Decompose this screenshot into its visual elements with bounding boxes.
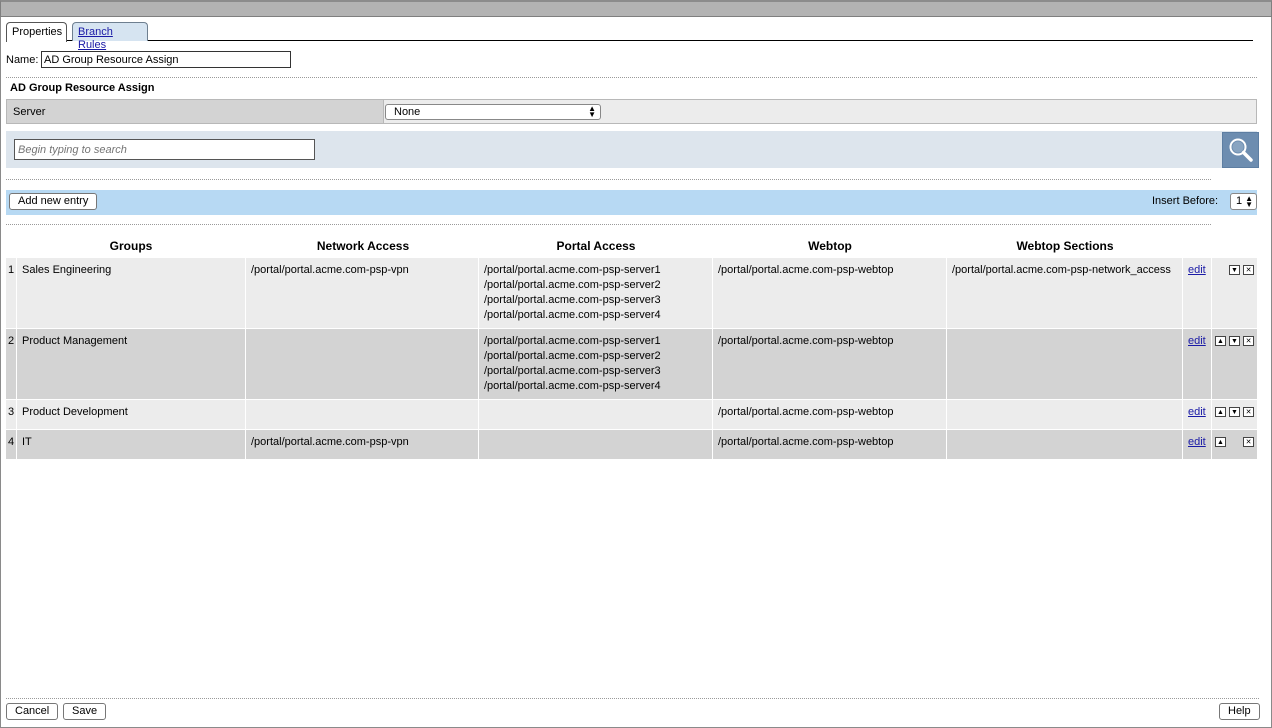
row-index: 4: [8, 436, 15, 448]
column-header-network-access: Network Access: [316, 239, 410, 253]
arrow-up-icon[interactable]: ▲: [1215, 336, 1226, 346]
edit-link[interactable]: edit: [1188, 335, 1206, 347]
portal-access-item: /portal/portal.acme.com-psp-server3: [484, 294, 661, 306]
insert-before-select[interactable]: 1 ▲ ▼: [1230, 193, 1257, 210]
help-button[interactable]: Help: [1219, 703, 1260, 720]
insert-before-value: 1: [1236, 195, 1243, 207]
edit-link[interactable]: edit: [1188, 436, 1206, 448]
name-label: Name:: [6, 54, 39, 66]
insert-before-label: Insert Before:: [1152, 195, 1219, 207]
table-row: 4 IT /portal/portal.acme.com-psp-vpn /po…: [6, 430, 1257, 459]
select-arrows-icon: ▲ ▼: [588, 104, 596, 119]
title-bar: [0, 0, 1272, 17]
webtop-cell: /portal/portal.acme.com-psp-webtop: [712, 258, 946, 328]
close-icon[interactable]: ✕: [1243, 265, 1254, 275]
arrow-down-icon[interactable]: ▼: [1229, 407, 1240, 417]
divider: [6, 77, 1257, 78]
table-row: 3 Product Development /portal/portal.acm…: [6, 400, 1257, 429]
portal-access-item: /portal/portal.acme.com-psp-server2: [484, 350, 661, 362]
webtop-sections-cell: [946, 400, 1182, 429]
arrow-up-icon[interactable]: ▲: [1215, 437, 1226, 447]
portal-access-item: /portal/portal.acme.com-psp-server4: [484, 380, 661, 392]
portal-access-cell: /portal/portal.acme.com-psp-server1 /por…: [478, 258, 712, 328]
row-controls-cell: ▼ ✕: [1211, 258, 1257, 328]
edit-cell: edit: [1182, 430, 1211, 459]
portal-access-item: /portal/portal.acme.com-psp-server3: [484, 365, 661, 377]
edit-cell: edit: [1182, 258, 1211, 328]
portal-access-item: /portal/portal.acme.com-psp-server1: [484, 335, 661, 347]
add-new-entry-button[interactable]: Add new entry: [9, 193, 98, 210]
webtop-cell: /portal/portal.acme.com-psp-webtop: [712, 400, 946, 429]
arrow-down-icon[interactable]: ▼: [1229, 265, 1240, 275]
webtop-sections-cell: [946, 430, 1182, 459]
network-access-cell: [245, 329, 479, 399]
portal-access-cell: [478, 400, 712, 429]
close-icon[interactable]: ✕: [1243, 407, 1254, 417]
entry-toolbar: Add new entry Insert Before: 1 ▲ ▼: [6, 190, 1257, 215]
portal-access-item: /portal/portal.acme.com-psp-server2: [484, 279, 661, 291]
row-controls-cell: ▲ ▼ ✕: [1211, 329, 1257, 399]
close-icon[interactable]: ✕: [1243, 437, 1254, 447]
search-button[interactable]: [1222, 132, 1259, 168]
network-access-cell: [245, 400, 479, 429]
portal-access-cell: /portal/portal.acme.com-psp-server1 /por…: [478, 329, 712, 399]
portal-access-item: /portal/portal.acme.com-psp-server4: [484, 309, 661, 321]
section-title: AD Group Resource Assign: [10, 82, 155, 94]
server-select[interactable]: None ▲ ▼: [385, 104, 601, 120]
group-cell: Product Development: [16, 400, 246, 429]
column-header-webtop-sections: Webtop Sections: [1016, 239, 1114, 253]
select-arrows-icon: ▲ ▼: [1245, 194, 1253, 209]
row-index: 2: [8, 335, 15, 347]
tab-branch-rules[interactable]: Branch Rules: [72, 22, 148, 51]
footer-divider: [6, 698, 1259, 699]
row-controls-cell: ▲ ✕: [1211, 430, 1257, 459]
portal-access-item: /portal/portal.acme.com-psp-server1: [484, 264, 661, 276]
group-cell: Sales Engineering: [16, 258, 246, 328]
table-row: 1 Sales Engineering /portal/portal.acme.…: [6, 258, 1257, 328]
tab-properties[interactable]: Properties: [6, 22, 67, 42]
edit-cell: edit: [1182, 329, 1211, 399]
save-button[interactable]: Save: [63, 703, 107, 720]
portal-access-cell: [478, 430, 712, 459]
tab-strip: Properties Branch Rules: [6, 22, 1253, 51]
webtop-sections-cell: [946, 329, 1182, 399]
edit-cell: edit: [1182, 400, 1211, 429]
server-label: Server: [7, 100, 384, 123]
group-cell: Product Management: [16, 329, 246, 399]
arrow-up-icon[interactable]: ▲: [1215, 407, 1226, 417]
close-icon[interactable]: ✕: [1243, 336, 1254, 346]
network-access-cell: /portal/portal.acme.com-psp-vpn: [245, 258, 479, 328]
edit-link[interactable]: edit: [1188, 406, 1206, 418]
magnifier-icon: [1229, 138, 1253, 162]
column-header-webtop: Webtop: [808, 239, 852, 253]
webtop-sections-cell: /portal/portal.acme.com-psp-network_acce…: [946, 258, 1182, 328]
arrow-down-icon[interactable]: ▼: [1229, 336, 1240, 346]
server-select-value: None: [394, 106, 421, 118]
group-cell: IT: [16, 430, 246, 459]
row-index: 3: [8, 406, 15, 418]
column-header-groups: Groups: [109, 239, 153, 253]
row-index: 1: [8, 264, 15, 276]
table-row: 2 Product Management /portal/portal.acme…: [6, 329, 1257, 399]
server-row: Server None ▲ ▼: [6, 99, 1257, 124]
search-input[interactable]: [14, 139, 315, 160]
search-bar: [6, 131, 1257, 168]
column-header-portal-access: Portal Access: [556, 239, 636, 253]
webtop-cell: /portal/portal.acme.com-psp-webtop: [712, 430, 946, 459]
name-input[interactable]: [41, 51, 291, 68]
divider: [6, 179, 1211, 180]
webtop-cell: /portal/portal.acme.com-psp-webtop: [712, 329, 946, 399]
row-controls-cell: ▲ ▼ ✕: [1211, 400, 1257, 429]
edit-link[interactable]: edit: [1188, 264, 1206, 276]
divider: [6, 224, 1211, 225]
network-access-cell: /portal/portal.acme.com-psp-vpn: [245, 430, 479, 459]
cancel-button[interactable]: Cancel: [6, 703, 59, 720]
server-value-cell: None ▲ ▼: [384, 100, 1256, 123]
